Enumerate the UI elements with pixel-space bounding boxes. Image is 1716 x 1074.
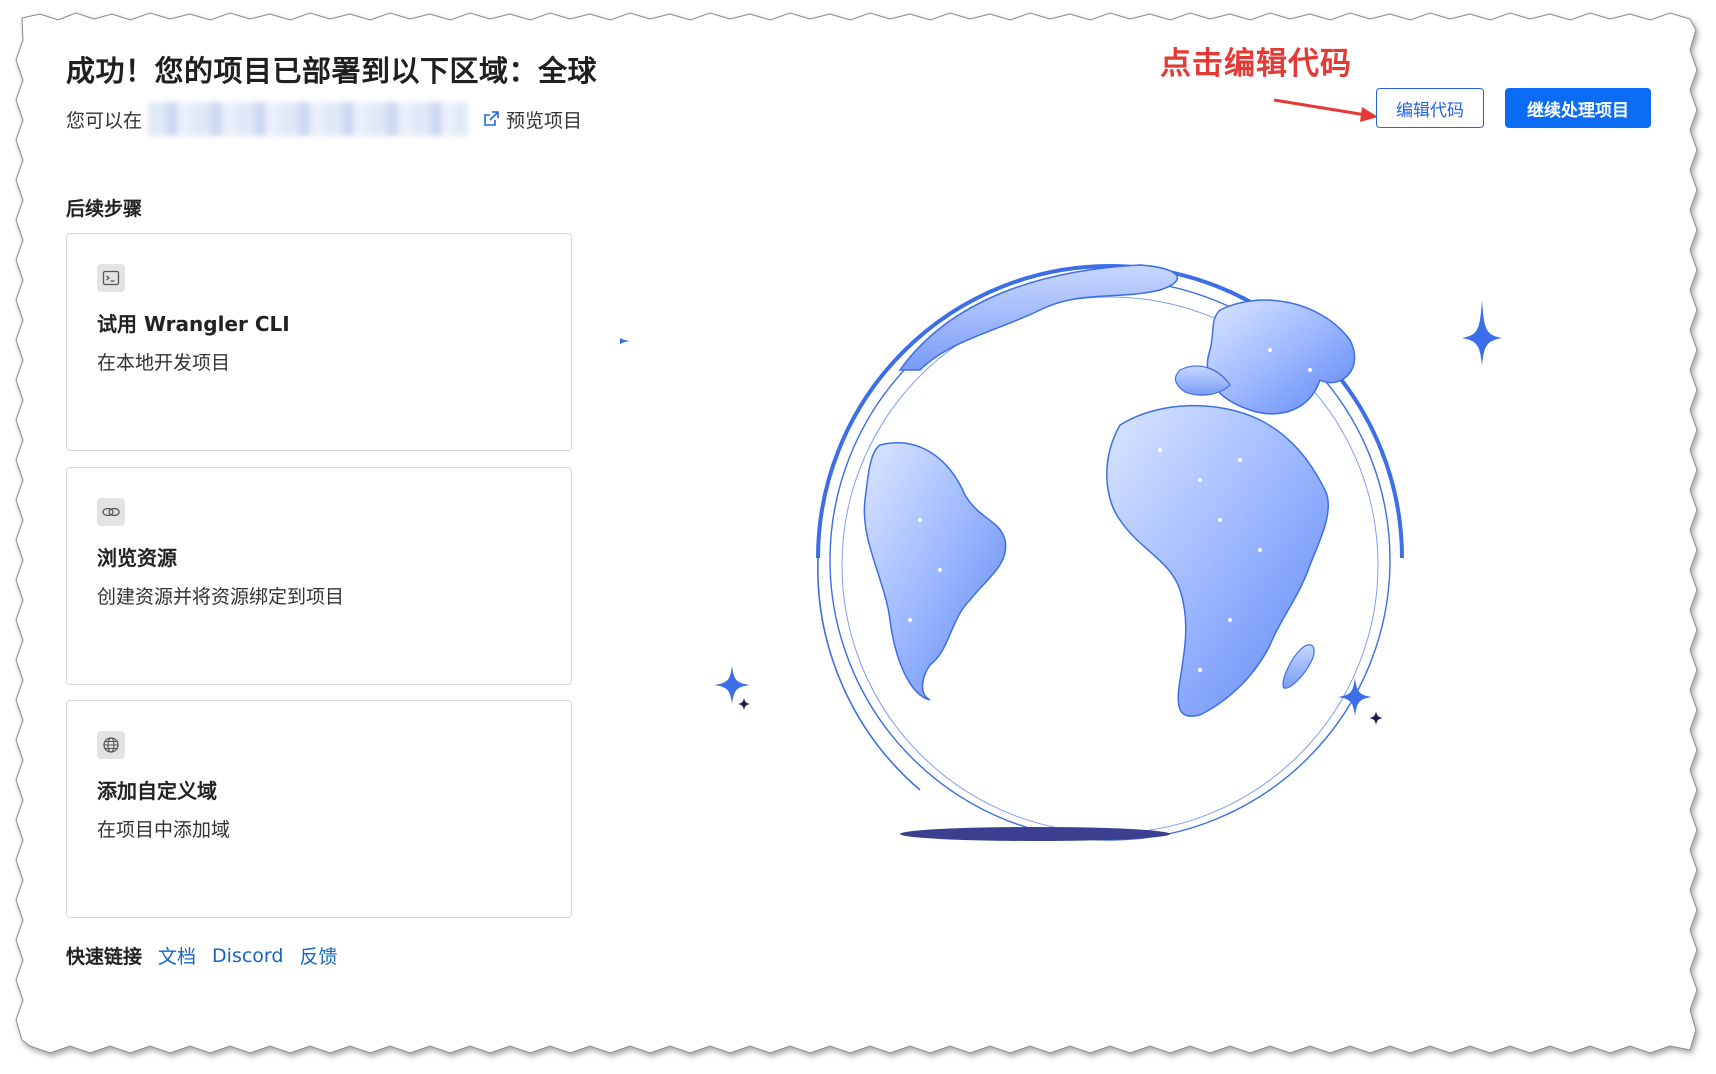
card-title: 添加自定义域 [97,779,217,803]
link-feedback[interactable]: 反馈 [299,942,337,969]
globe-illustration [620,264,1502,841]
card-desc: 在项目中添加域 [97,819,231,841]
globe-icon [97,731,125,759]
card-browse-resources[interactable]: 浏览资源 创建资源并将资源绑定到项目 [66,467,572,685]
annotation-text: 点击编辑代码 [1160,46,1352,82]
card-custom-domain[interactable]: 添加自定义域 在项目中添加域 [66,700,572,918]
card-desc: 创建资源并将资源绑定到项目 [97,586,345,608]
sparkle-icon [620,300,1502,716]
continue-project-button[interactable]: 继续处理项目 [1505,88,1651,128]
card-title: 试用 Wrangler CLI [97,312,290,336]
quick-links: 快速链接 文档 Discord 反馈 [66,942,337,969]
quick-links-label: 快速链接 [66,946,143,968]
card-wrangler-cli[interactable]: 试用 Wrangler CLI 在本地开发项目 [66,233,572,451]
globe-shadow [900,827,1170,841]
terminal-icon [97,264,125,292]
next-steps-title: 后续步骤 [66,198,143,220]
annotation-arrow-icon [1273,98,1378,122]
preview-subline: 您可以在 预览项目 [66,102,582,136]
card-title: 浏览资源 [97,546,177,570]
page-title: 成功！您的项目已部署到以下区域：全球 [66,54,598,88]
external-link-icon[interactable] [482,110,500,128]
edit-code-button[interactable]: 编辑代码 [1376,88,1484,128]
subline-prefix: 您可以在 [66,109,143,132]
blurred-url[interactable] [148,102,469,136]
preview-link[interactable]: 预览项目 [506,106,582,133]
card-desc: 在本地开发项目 [97,352,231,374]
link-docs[interactable]: 文档 [158,942,196,969]
link-discord[interactable]: Discord [212,945,283,967]
link-icon [97,498,125,526]
